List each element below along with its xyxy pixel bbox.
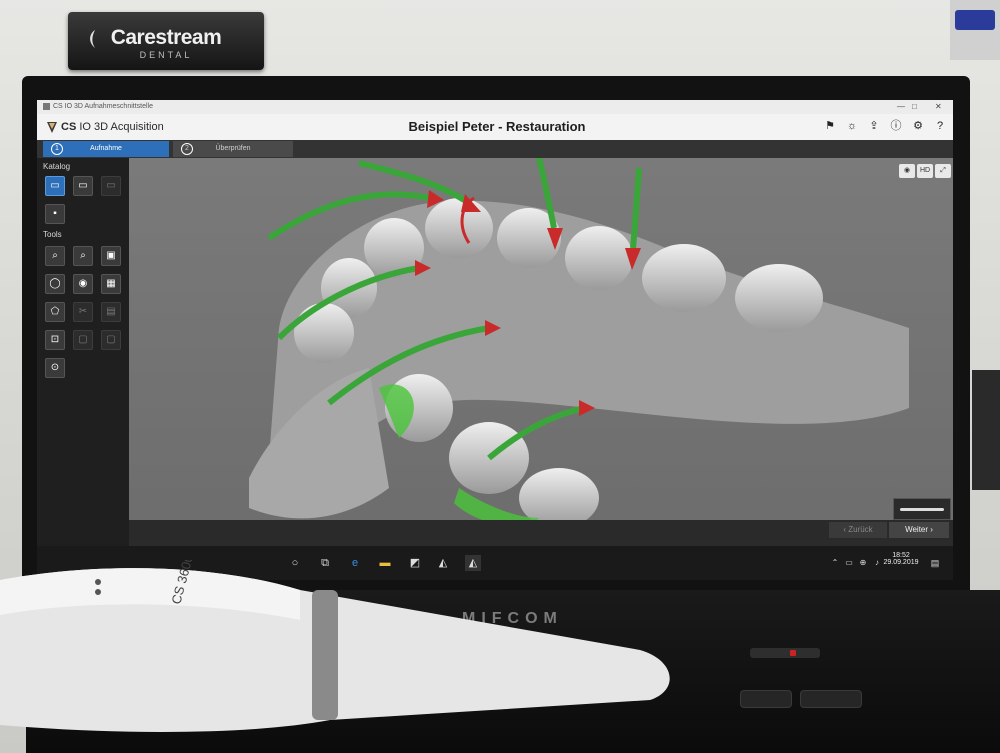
carestream-badge: Carestream DENTAL xyxy=(68,12,264,70)
tooth-select-icon[interactable]: ◯ xyxy=(45,274,65,294)
tools-heading: Tools xyxy=(43,230,62,239)
fullscreen-icon[interactable]: ⤢ xyxy=(935,164,951,178)
app-header: CS IO 3D Acquisition Beispiel Peter - Re… xyxy=(37,114,953,140)
catalog-item-button[interactable]: ▪ xyxy=(45,204,65,224)
notifications-icon[interactable]: ▤ xyxy=(927,555,943,571)
next-label: Weiter xyxy=(905,525,929,534)
disabled-tool-icon[interactable]: ▢ xyxy=(73,330,93,350)
laptop-function-button[interactable] xyxy=(740,690,792,708)
scanner-button-dot xyxy=(95,589,101,595)
catalog-heading: Katalog xyxy=(43,162,71,171)
margin-icon[interactable]: ⬠ xyxy=(45,302,65,322)
minimize-icon[interactable]: — xyxy=(897,100,905,114)
dental-scan-model xyxy=(249,158,909,530)
capture-icon[interactable]: ◉ xyxy=(73,274,93,294)
laptop-power-button[interactable] xyxy=(800,690,862,708)
step-acquisition[interactable]: 1 Aufnahme xyxy=(43,141,169,157)
step-number: 2 xyxy=(181,143,193,155)
tooth xyxy=(294,303,354,363)
navigation-bar: ‹ Zurück Weiter › xyxy=(129,520,953,540)
app-name-bold: CS xyxy=(61,121,77,133)
step-number: 1 xyxy=(51,143,63,155)
document-title: Beispiel Peter - Restauration xyxy=(408,119,586,134)
tooth xyxy=(565,226,633,290)
app-name-rest: IO 3D Acquisition xyxy=(76,121,164,133)
catalog-lower-jaw-button[interactable]: ▭ xyxy=(73,176,93,196)
tooth xyxy=(735,264,823,332)
next-button[interactable]: Weiter › xyxy=(889,522,949,538)
indicator-light xyxy=(790,650,796,656)
app-icon xyxy=(43,103,50,110)
camera-icon[interactable]: ▣ xyxy=(101,246,121,266)
trim-icon[interactable]: ✂ xyxy=(73,302,93,322)
window-title: CS IO 3D Aufnahmeschnittstelle xyxy=(53,103,153,110)
brand-name: Carestream xyxy=(110,26,222,49)
laptop-screen: CS IO 3D Aufnahmeschnittstelle — □ ✕ CS … xyxy=(37,100,953,580)
background-object xyxy=(950,0,1000,60)
tooth xyxy=(642,244,726,312)
zoom-plus-icon[interactable]: ⌕ xyxy=(73,246,93,266)
sidebar: Katalog ▭ ▭ ▭ ▪ Tools ⌕ ⌕ ▣ ◯ ◉ ▦ ⬠ ✂ ▤ … xyxy=(37,158,129,546)
scanner-button-dot xyxy=(95,579,101,585)
laptop-indicator xyxy=(750,648,820,658)
3d-scan-viewport[interactable]: ◉ HD ⤢ xyxy=(129,158,953,534)
lightbulb-icon[interactable]: ☼ xyxy=(845,119,859,133)
window-titlebar: CS IO 3D Aufnahmeschnittstelle — □ ✕ xyxy=(37,100,953,114)
intraoral-scanner: CS 3600 xyxy=(0,560,670,732)
lock-icon[interactable]: ⊡ xyxy=(45,330,65,350)
hd-icon[interactable]: HD xyxy=(917,164,933,178)
maximize-icon[interactable]: □ xyxy=(912,100,917,114)
arrow-shaft xyxy=(630,167,642,249)
cs-logo-icon xyxy=(47,122,57,133)
step-label: Überprüfen xyxy=(215,145,251,152)
step-label: Aufnahme xyxy=(90,145,122,152)
close-icon[interactable]: ✕ xyxy=(935,100,942,114)
flag-icon[interactable]: ⚑ xyxy=(823,119,837,133)
export-icon[interactable]: ⇪ xyxy=(867,119,881,133)
catalog-upper-jaw-button[interactable]: ▭ xyxy=(45,176,65,196)
tooth xyxy=(425,198,493,258)
settings-gear-icon[interactable]: ⚙ xyxy=(911,119,925,133)
scanner-metal-ring xyxy=(312,590,338,720)
color-wheel-icon[interactable]: ◉ xyxy=(899,164,915,178)
scan-settings-icon[interactable]: ⊙ xyxy=(45,358,65,378)
zoom-icon[interactable]: ⌕ xyxy=(45,246,65,266)
step-review[interactable]: 2 Überprüfen xyxy=(173,141,293,157)
disabled-tool-icon[interactable]: ▢ xyxy=(101,330,121,350)
lock-tool-icon[interactable]: ▤ xyxy=(101,302,121,322)
background-device xyxy=(972,370,1000,490)
taskbar-clock[interactable]: 18:52 29.09.2019 xyxy=(883,552,919,566)
back-label: Zurück xyxy=(848,525,873,534)
tooth-capture-icon[interactable]: ▦ xyxy=(101,274,121,294)
app-name: CS IO 3D Acquisition xyxy=(61,121,164,133)
brand-subtitle: DENTAL xyxy=(139,50,193,60)
info-icon[interactable]: ⓘ xyxy=(889,119,903,133)
scanner-thumbnail xyxy=(893,498,951,520)
help-icon[interactable]: ? xyxy=(933,119,947,133)
catalog-bite-button[interactable]: ▭ xyxy=(101,176,121,196)
clock-time: 18:52 xyxy=(892,552,910,559)
back-button[interactable]: ‹ Zurück xyxy=(829,522,887,538)
scanner-thumbnail-icon xyxy=(900,508,944,511)
background-object xyxy=(955,10,995,30)
workflow-steps: 1 Aufnahme 2 Überprüfen xyxy=(37,140,953,158)
clock-date: 29.09.2019 xyxy=(883,559,919,566)
